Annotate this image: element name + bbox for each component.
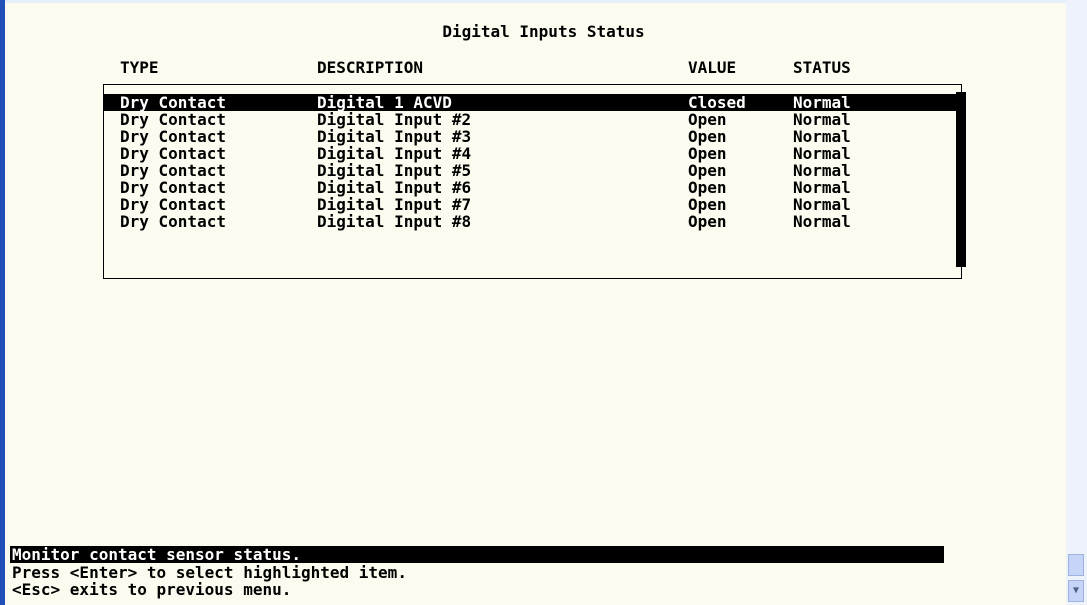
row-type: Dry Contact	[120, 161, 226, 180]
window-top-edge	[0, 0, 1087, 3]
row-value: Open	[688, 178, 727, 197]
table-row[interactable]: Dry Contact Digital Input #8 Open Normal	[103, 213, 956, 230]
help-esc: <Esc> exits to previous menu.	[12, 580, 292, 599]
chevron-down-icon[interactable]: ▼	[1068, 580, 1084, 602]
column-header-type: TYPE	[120, 58, 159, 77]
row-status: Normal	[793, 93, 851, 112]
row-value: Open	[688, 144, 727, 163]
table-row[interactable]: Dry Contact Digital Input #2 Open Normal	[103, 111, 956, 128]
row-description: Digital Input #6	[317, 178, 472, 197]
row-status: Normal	[793, 127, 851, 146]
row-status: Normal	[793, 161, 851, 180]
row-type: Dry Contact	[120, 195, 226, 214]
row-status: Normal	[793, 144, 851, 163]
row-description: Digital Input #5	[317, 161, 472, 180]
row-status: Normal	[793, 178, 851, 197]
window-left-edge	[0, 0, 5, 605]
row-type: Dry Contact	[120, 110, 226, 129]
table-row[interactable]: Dry Contact Digital Input #4 Open Normal	[103, 145, 956, 162]
table-row[interactable]: Dry Contact Digital Input #3 Open Normal	[103, 128, 956, 145]
row-description: Digital Input #4	[317, 144, 472, 163]
row-type: Dry Contact	[120, 144, 226, 163]
row-status: Normal	[793, 212, 851, 231]
row-value: Closed	[688, 93, 746, 112]
window-scrollbar[interactable]: ▼	[1066, 0, 1087, 605]
column-header-value: VALUE	[688, 58, 737, 77]
scrollbar-thumb[interactable]	[1068, 554, 1084, 576]
row-description: Digital Input #8	[317, 212, 472, 231]
row-value: Open	[688, 161, 727, 180]
row-value: Open	[688, 110, 727, 129]
row-type: Dry Contact	[120, 127, 226, 146]
row-value: Open	[688, 195, 727, 214]
row-type: Dry Contact	[120, 212, 226, 231]
column-header-status: STATUS	[793, 58, 851, 77]
row-description: Digital Input #3	[317, 127, 472, 146]
help-enter: Press <Enter> to select highlighted item…	[12, 563, 407, 582]
table-row[interactable]: Dry Contact Digital Input #7 Open Normal	[103, 196, 956, 213]
row-description: Digital Input #2	[317, 110, 472, 129]
row-value: Open	[688, 127, 727, 146]
row-type: Dry Contact	[120, 93, 226, 112]
table-row[interactable]: Dry Contact Digital Input #5 Open Normal	[103, 162, 956, 179]
row-status: Normal	[793, 195, 851, 214]
row-description: Digital Input #7	[317, 195, 472, 214]
row-value: Open	[688, 212, 727, 231]
row-type: Dry Contact	[120, 178, 226, 197]
row-description: Digital 1 ACVD	[317, 93, 452, 112]
page-title: Digital Inputs Status	[442, 22, 645, 41]
table-row[interactable]: Dry Contact Digital Input #6 Open Normal	[103, 179, 956, 196]
row-status: Normal	[793, 110, 851, 129]
status-line: Monitor contact sensor status.	[10, 546, 944, 563]
table-row[interactable]: Dry Contact Digital 1 ACVD Closed Normal	[103, 94, 956, 111]
column-header-description: DESCRIPTION	[317, 58, 423, 77]
